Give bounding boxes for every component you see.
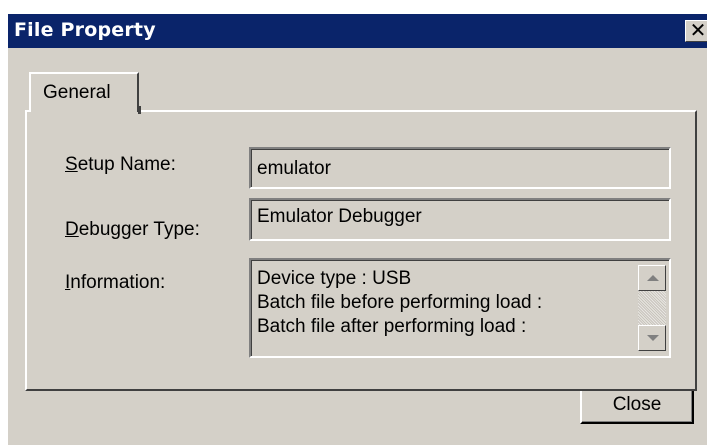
- tab-general[interactable]: General: [29, 72, 139, 112]
- information-text: Device type : USB Batch file before perf…: [257, 267, 542, 339]
- information-label-text: nformation:: [70, 272, 166, 293]
- information-scrollbar[interactable]: [638, 265, 666, 351]
- information-line: Device type : USB: [257, 268, 412, 289]
- close-icon[interactable]: ✕: [685, 20, 707, 42]
- information-line: Batch file after performing load :: [257, 316, 527, 337]
- debugger-type-field[interactable]: Emulator Debugger: [249, 198, 671, 241]
- information-label: Information:: [65, 272, 165, 294]
- arrow-down-icon: [647, 335, 659, 341]
- window-title: File Property: [14, 19, 156, 41]
- setup-name-label: Setup Name:: [65, 154, 176, 176]
- scroll-track[interactable]: [638, 291, 666, 325]
- tab-general-label: General: [43, 82, 111, 103]
- debugger-type-label-text: ebugger Type:: [78, 219, 200, 240]
- information-textarea[interactable]: Device type : USB Batch file before perf…: [249, 258, 671, 358]
- information-line: Batch file before performing load :: [257, 292, 543, 313]
- scroll-down-button[interactable]: [638, 325, 666, 351]
- general-panel: Setup Name: emulator Debugger Type: Emul…: [25, 110, 697, 391]
- setup-name-value: emulator: [257, 158, 331, 179]
- debugger-type-label: Debugger Type:: [65, 219, 200, 241]
- setup-name-mnemonic: S: [65, 154, 78, 175]
- scroll-up-button[interactable]: [638, 265, 666, 291]
- close-button[interactable]: Close: [580, 386, 694, 424]
- debugger-type-mnemonic: D: [65, 219, 79, 240]
- setup-name-label-text: etup Name:: [77, 154, 176, 175]
- debugger-type-value: Emulator Debugger: [257, 206, 422, 227]
- setup-name-field[interactable]: emulator: [249, 147, 671, 189]
- title-bar[interactable]: File Property ✕: [8, 14, 707, 48]
- tab-divider: [138, 106, 141, 114]
- file-property-dialog: File Property ✕ General Setup Name: emul…: [6, 12, 707, 445]
- arrow-up-icon: [647, 275, 659, 281]
